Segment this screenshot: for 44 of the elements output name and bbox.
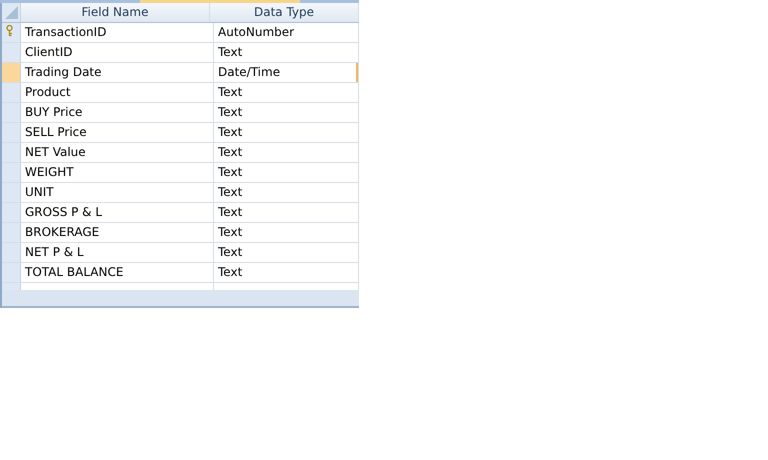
column-header[interactable]: Field Name (21, 3, 210, 22)
table-cell: Trading Date (21, 63, 214, 82)
select-all-icon[interactable] (4, 5, 18, 20)
table-cell: BUY Price (21, 103, 214, 122)
table-cell: BROKERAGE (21, 223, 214, 242)
table-cell: Product (21, 83, 214, 102)
table-cell: Text (214, 223, 359, 242)
row-selector[interactable] (2, 223, 21, 242)
row-selector[interactable] (2, 63, 21, 82)
table-cell: Text (214, 183, 359, 202)
table-cell: Text (214, 203, 359, 222)
table-cell: Text (214, 243, 359, 262)
table-cell: Text (214, 103, 359, 122)
table-cell: WEIGHT (21, 163, 214, 182)
row-selector[interactable] (2, 123, 21, 142)
table-cell: Text (214, 83, 359, 102)
table-cell: ClientID (21, 43, 214, 62)
table-cell: TOTAL BALANCE (21, 263, 214, 282)
table-cell: SELL Price (21, 123, 214, 142)
row-selector[interactable] (2, 263, 21, 282)
row-selector[interactable] (2, 183, 21, 202)
column-header[interactable]: Data Type (210, 3, 359, 22)
table-cell: UNIT (21, 183, 214, 202)
table-cell: AutoNumber (214, 23, 359, 42)
table-cell: TransactionID (21, 23, 214, 42)
row-selector[interactable] (2, 243, 21, 262)
table-cell: Text (214, 263, 359, 282)
row-selector[interactable] (2, 163, 21, 182)
row-selector[interactable] (2, 43, 21, 62)
row-selector[interactable] (2, 143, 21, 162)
key-icon (6, 25, 13, 37)
table-cell: NET P & L (21, 243, 214, 262)
table-cell: Text (214, 123, 359, 142)
row-selector[interactable] (2, 103, 21, 122)
table-cell: NET Value (21, 143, 214, 162)
row-selector[interactable] (2, 23, 21, 42)
table-cell: Text (214, 143, 359, 162)
row-selector[interactable] (2, 83, 21, 102)
document-tab[interactable] (140, 0, 300, 3)
row-selector[interactable] (2, 203, 21, 222)
table-cell: GROSS P & L (21, 203, 214, 222)
table-cell: Text (214, 163, 359, 182)
table-cell: Text (214, 43, 359, 62)
table-cell: Date/Time (214, 63, 359, 82)
